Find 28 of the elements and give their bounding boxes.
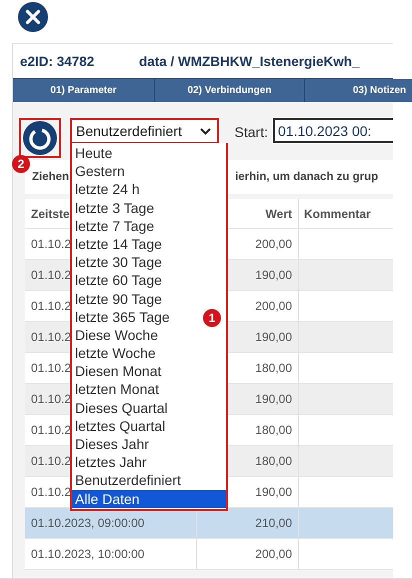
table-cell: 200,00 (255, 547, 292, 561)
record-id: e2ID: 34782 (20, 54, 96, 68)
table-cell: 01.10.2 (31, 330, 72, 344)
table-cell: 180,00 (255, 361, 292, 375)
table-cell: 210,00 (255, 516, 292, 530)
table-cell: 200,00 (255, 299, 292, 313)
table-cell: 180,00 (255, 454, 292, 468)
start-label: Start: (234, 124, 268, 140)
group-hint: ierhin, um danach zu grup (235, 171, 378, 183)
table-cell: 01.10.2023, 10:00:00 (31, 547, 144, 561)
table-cell: 01.10.2 (31, 299, 72, 313)
table-cell: 01.10.2 (31, 392, 72, 406)
number-badge: 2 (12, 155, 30, 173)
table-cell: 180,00 (255, 423, 292, 437)
table-cell: 01.10.2 (31, 268, 72, 282)
table-cell: 01.10.2 (31, 423, 72, 437)
table-cell: 190,00 (255, 392, 292, 406)
table-cell: 01.10.2023, 09:00:00 (31, 516, 144, 530)
record-path: data / WMZBHKW_IstenergieKwh_ (139, 54, 360, 68)
group-hint: Ziehen (32, 171, 70, 183)
table-cell: 190,00 (255, 268, 292, 282)
table-cell: 190,00 (255, 485, 292, 499)
table-cell: 01.10.2 (31, 485, 72, 499)
table-cell: 190,00 (255, 330, 292, 344)
table-cell: 01.10.2 (31, 454, 72, 468)
table-cell: 01.10.2 (31, 361, 72, 375)
table-cell: 200,00 (255, 237, 292, 251)
table-cell: 01.10.2 (31, 237, 72, 251)
